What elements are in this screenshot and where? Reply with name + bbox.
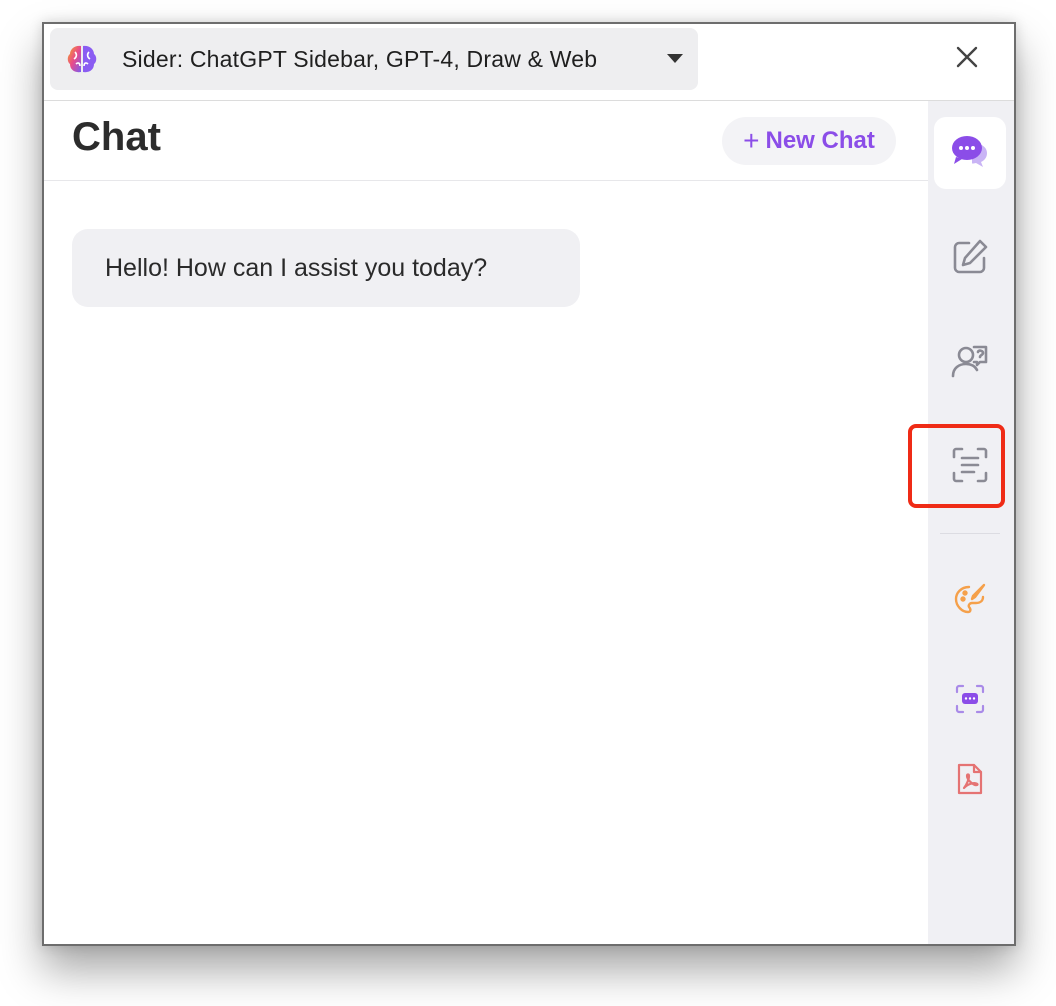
caret-down-icon[interactable] xyxy=(666,52,684,64)
new-chat-label: New Chat xyxy=(765,127,875,154)
rail-item-pdf[interactable] xyxy=(934,745,1006,817)
rail-item-write[interactable] xyxy=(934,223,1006,295)
chat-panel: Chat + New Chat Hello! How can I assist … xyxy=(44,101,928,944)
pdf-icon xyxy=(955,762,985,801)
rail-item-chat[interactable] xyxy=(934,117,1006,189)
new-chat-button[interactable]: + New Chat xyxy=(722,117,896,165)
rail-item-draw[interactable] xyxy=(934,565,1006,637)
edit-icon xyxy=(951,238,989,281)
extension-name: Sider: ChatGPT Sidebar, GPT-4, Draw & We… xyxy=(122,45,598,72)
rail-item-ocr[interactable] xyxy=(934,431,1006,503)
assistant-message: Hello! How can I assist you today? xyxy=(72,229,580,307)
rail-divider xyxy=(940,533,1000,534)
user-question-icon xyxy=(950,342,990,385)
scan-chat-icon xyxy=(954,683,986,720)
chat-bubble-icon xyxy=(950,133,990,174)
plus-icon: + xyxy=(743,125,760,156)
page-title: Chat xyxy=(72,115,161,159)
chat-header: Chat + New Chat xyxy=(44,101,928,181)
close-icon xyxy=(956,46,978,73)
paint-palette-icon xyxy=(953,582,987,621)
tool-rail xyxy=(928,101,1014,944)
rail-item-contacts[interactable] xyxy=(934,327,1006,399)
extension-selector[interactable]: Sider: ChatGPT Sidebar, GPT-4, Draw & We… xyxy=(50,28,698,90)
sider-window: Sider: ChatGPT Sidebar, GPT-4, Draw & We… xyxy=(42,22,1016,946)
rail-item-screen-chat[interactable] xyxy=(934,665,1006,737)
scan-text-icon xyxy=(950,445,990,490)
brain-icon xyxy=(64,41,100,77)
close-button[interactable] xyxy=(952,44,982,74)
title-bar: Sider: ChatGPT Sidebar, GPT-4, Draw & We… xyxy=(44,24,1014,101)
